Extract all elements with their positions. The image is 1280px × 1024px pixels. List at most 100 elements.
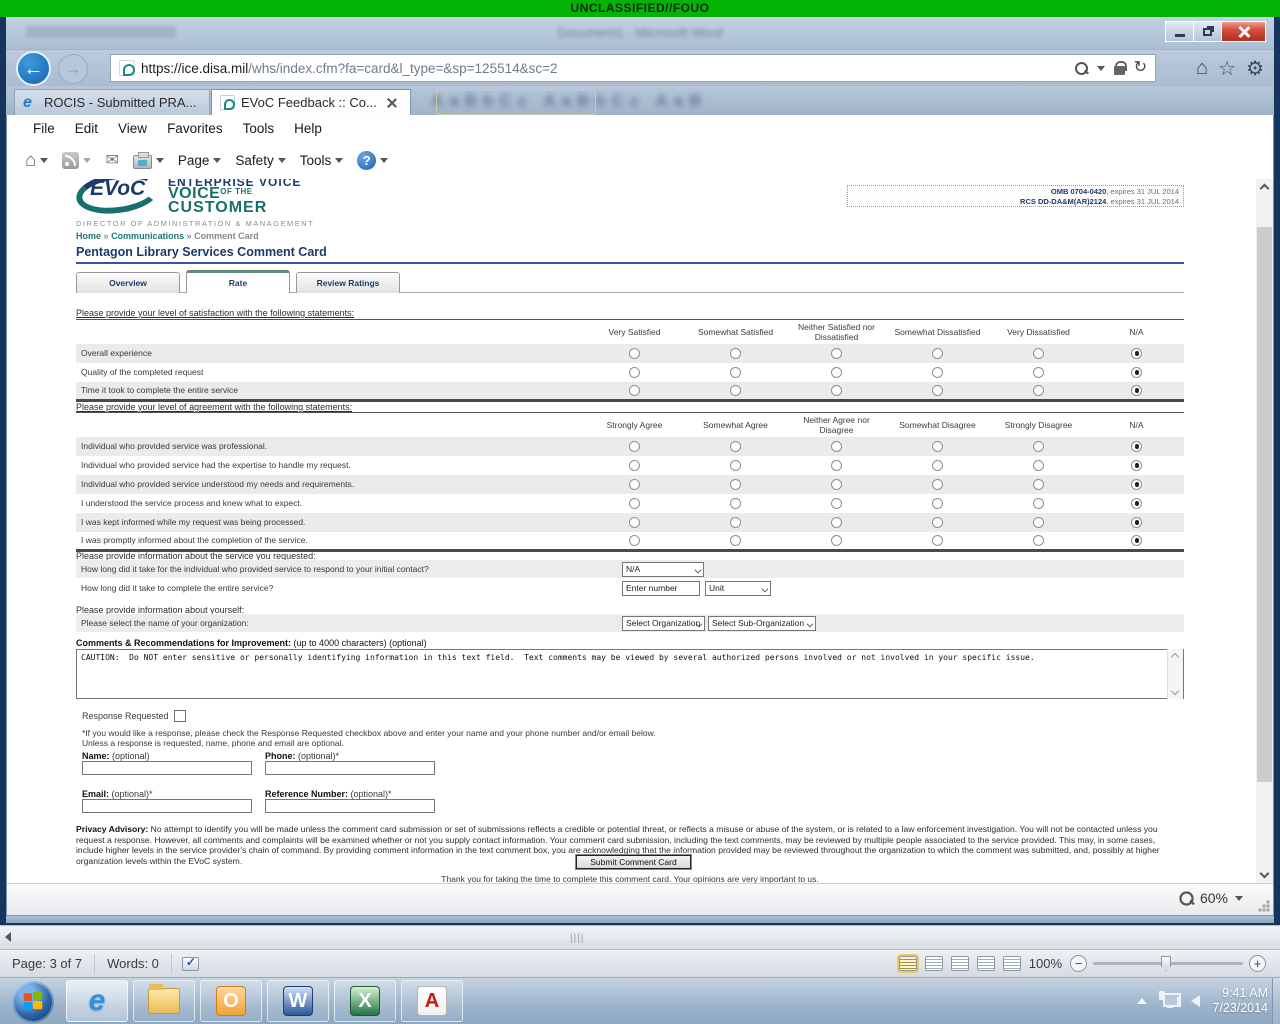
- tab-close-icon[interactable]: [385, 96, 399, 110]
- zoom-track[interactable]: [1093, 962, 1243, 965]
- vertical-scrollbar[interactable]: [1256, 179, 1273, 883]
- radio-button-na-selected[interactable]: [1131, 348, 1142, 359]
- radio-button[interactable]: [831, 460, 842, 471]
- help-button[interactable]: ?: [353, 149, 392, 172]
- tab-review-ratings[interactable]: Review Ratings: [296, 272, 400, 293]
- radio-button[interactable]: [1033, 441, 1044, 452]
- response-requested-checkbox[interactable]: [174, 710, 186, 722]
- fullscreen-reading-view-icon[interactable]: [925, 956, 943, 971]
- radio-button[interactable]: [831, 479, 842, 490]
- menu-favorites[interactable]: Favorites: [157, 121, 233, 136]
- email-input[interactable]: [82, 799, 252, 813]
- radio-button[interactable]: [1033, 385, 1044, 396]
- ie-titlebar[interactable]: Document1 - Microsoft Word: [6, 17, 1274, 50]
- outline-view-icon[interactable]: [977, 956, 995, 971]
- radio-button[interactable]: [730, 517, 741, 528]
- radio-button[interactable]: [629, 348, 640, 359]
- tab-evoc-feedback[interactable]: EVoC Feedback :: Co...: [211, 89, 411, 115]
- name-input[interactable]: [82, 761, 252, 775]
- feeds-button[interactable]: [58, 150, 95, 171]
- settings-gear-icon[interactable]: ⚙: [1246, 56, 1264, 81]
- phone-input[interactable]: [265, 761, 435, 775]
- zoom-out-button[interactable]: −: [1070, 955, 1087, 972]
- response-time-select[interactable]: N/A: [622, 562, 704, 577]
- safety-menu-button[interactable]: Safety: [231, 151, 289, 170]
- radio-button[interactable]: [1033, 348, 1044, 359]
- print-layout-view-icon[interactable]: [899, 956, 917, 971]
- taskbar-file-explorer[interactable]: [133, 980, 195, 1022]
- radio-button[interactable]: [1033, 479, 1044, 490]
- menu-help[interactable]: Help: [284, 121, 332, 136]
- reference-number-input[interactable]: [265, 799, 435, 813]
- radio-button-na-selected[interactable]: [1131, 517, 1142, 528]
- duration-number-input[interactable]: Enter number: [622, 581, 700, 596]
- radio-button[interactable]: [730, 535, 741, 546]
- clock[interactable]: 9:41 AM 7/23/2014: [1212, 986, 1268, 1016]
- radio-button-na-selected[interactable]: [1131, 385, 1142, 396]
- scroll-up-icon[interactable]: [1260, 184, 1270, 194]
- word-zoom-slider[interactable]: − +: [1070, 955, 1266, 972]
- radio-button[interactable]: [629, 479, 640, 490]
- radio-button[interactable]: [629, 367, 640, 378]
- radio-button-na-selected[interactable]: [1131, 479, 1142, 490]
- radio-button[interactable]: [932, 498, 943, 509]
- submit-comment-card-button[interactable]: Submit Comment Card: [576, 855, 691, 869]
- radio-button[interactable]: [932, 348, 943, 359]
- menu-file[interactable]: File: [23, 121, 65, 136]
- menu-view[interactable]: View: [108, 121, 157, 136]
- radio-button-na-selected[interactable]: [1131, 367, 1142, 378]
- network-icon[interactable]: [1159, 993, 1179, 1009]
- home-command-button[interactable]: ⌂: [21, 150, 52, 172]
- zoom-control[interactable]: 60%: [1180, 890, 1243, 906]
- web-layout-view-icon[interactable]: [951, 956, 969, 971]
- radio-button[interactable]: [932, 517, 943, 528]
- radio-button[interactable]: [932, 535, 943, 546]
- resize-grip[interactable]: [1258, 900, 1270, 912]
- radio-button[interactable]: [831, 367, 842, 378]
- radio-button[interactable]: [1033, 535, 1044, 546]
- refresh-icon[interactable]: ↻: [1134, 60, 1147, 76]
- organization-select[interactable]: Select Organization: [622, 616, 705, 631]
- url-field[interactable]: https://ice.disa.mil/whs/index.cfm?fa=ca…: [110, 54, 1156, 82]
- radio-button[interactable]: [730, 367, 741, 378]
- textarea-scrollbar[interactable]: [1167, 649, 1183, 699]
- radio-button[interactable]: [730, 385, 741, 396]
- speaker-icon[interactable]: [1191, 995, 1200, 1007]
- radio-button-na-selected[interactable]: [1131, 498, 1142, 509]
- scroll-left-icon[interactable]: [5, 932, 11, 942]
- radio-button[interactable]: [831, 385, 842, 396]
- radio-button[interactable]: [629, 498, 640, 509]
- radio-button[interactable]: [831, 517, 842, 528]
- tab-rate[interactable]: Rate: [186, 270, 290, 293]
- scroll-down-icon[interactable]: [1260, 869, 1270, 879]
- search-dropdown-icon[interactable]: [1097, 66, 1105, 71]
- radio-button[interactable]: [932, 479, 943, 490]
- radio-button[interactable]: [629, 385, 640, 396]
- radio-button[interactable]: [932, 367, 943, 378]
- tab-rocis[interactable]: e ROCIS - Submitted PRA...: [14, 89, 210, 115]
- favorites-star-icon[interactable]: ☆: [1218, 56, 1236, 81]
- taskbar-outlook[interactable]: O: [200, 980, 262, 1022]
- zoom-in-button[interactable]: +: [1249, 955, 1266, 972]
- radio-button[interactable]: [831, 441, 842, 452]
- radio-button[interactable]: [1033, 460, 1044, 471]
- radio-button[interactable]: [831, 535, 842, 546]
- radio-button-na-selected[interactable]: [1131, 535, 1142, 546]
- read-mail-button[interactable]: ✉: [101, 151, 122, 171]
- radio-button[interactable]: [629, 441, 640, 452]
- radio-button[interactable]: [1033, 367, 1044, 378]
- taskbar-excel[interactable]: X: [334, 980, 396, 1022]
- hidden-icons-arrow[interactable]: [1137, 998, 1147, 1004]
- radio-button[interactable]: [730, 498, 741, 509]
- sub-organization-select[interactable]: Select Sub-Organization: [708, 616, 816, 631]
- tab-overview[interactable]: Overview: [76, 272, 180, 293]
- breadcrumb-home-link[interactable]: Home: [76, 231, 101, 241]
- back-button[interactable]: ←: [16, 51, 51, 86]
- radio-button[interactable]: [831, 348, 842, 359]
- search-icon[interactable]: [1075, 62, 1088, 75]
- radio-button[interactable]: [629, 535, 640, 546]
- draft-view-icon[interactable]: [1003, 956, 1021, 971]
- radio-button[interactable]: [1033, 498, 1044, 509]
- taskbar-internet-explorer[interactable]: e: [66, 980, 128, 1022]
- menu-tools[interactable]: Tools: [233, 121, 285, 136]
